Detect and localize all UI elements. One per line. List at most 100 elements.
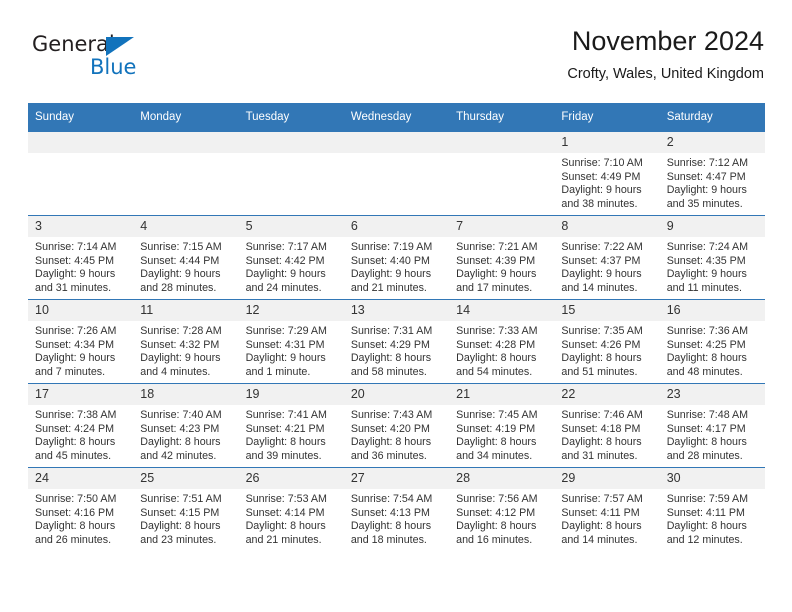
calendar-day-cell-empty [238, 131, 344, 216]
daylight-text: Daylight: 8 hours and 48 minutes. [666, 352, 747, 378]
calendar-day-cell[interactable]: 11 Sunrise: 7:28 AM Sunset: 4:32 PM Dayligh… [133, 299, 239, 384]
day-number [28, 132, 134, 153]
daylight-text: Daylight: 9 hours and 31 minutes. [35, 268, 116, 294]
calendar-day-cell[interactable]: 14 Sunrise: 7:33 AM Sunset: 4:28 PM Dayligh… [449, 299, 555, 384]
day-number: 14 [449, 300, 555, 321]
calendar-day-cell-empty [449, 131, 555, 216]
sunset-text: Sunset: 4:49 PM [561, 170, 641, 183]
calendar-day-cell[interactable]: 2 Sunrise: 7:12 AM Sunset: 4:47 PM Daylight… [659, 131, 765, 216]
calendar-day-cell[interactable]: 22 Sunrise: 7:46 AM Sunset: 4:18 PM Dayligh… [554, 383, 660, 468]
daylight-text: Daylight: 8 hours and 23 minutes. [140, 520, 221, 546]
day-details: Sunrise: 7:14 AM Sunset: 4:45 PM Daylight:… [28, 237, 133, 295]
calendar-body: 1 Sunrise: 7:10 AM Sunset: 4:49 PM Daylight… [28, 131, 765, 551]
calendar-day-cell[interactable]: 27 Sunrise: 7:54 AM Sunset: 4:13 PM Dayligh… [343, 467, 450, 551]
triangle-icon [106, 37, 134, 56]
calendar-week-row: 10 Sunrise: 7:26 AM Sunset: 4:34 PM Dayligh… [28, 299, 765, 384]
calendar-day-cell[interactable]: 10 Sunrise: 7:26 AM Sunset: 4:34 PM Dayligh… [28, 299, 134, 384]
daylight-text: Daylight: 8 hours and 28 minutes. [666, 436, 747, 462]
calendar-day-cell[interactable]: 25 Sunrise: 7:51 AM Sunset: 4:15 PM Dayligh… [133, 467, 239, 551]
day-details: Sunrise: 7:40 AM Sunset: 4:23 PM Daylight:… [133, 405, 238, 463]
day-number [133, 132, 239, 153]
calendar-day-cell[interactable]: 4 Sunrise: 7:15 AM Sunset: 4:44 PM Daylight… [133, 215, 239, 300]
day-details: Sunrise: 7:50 AM Sunset: 4:16 PM Daylight:… [28, 489, 133, 547]
sunset-text: Sunset: 4:31 PM [245, 338, 325, 351]
weekday-header-thursday: Thursday [449, 103, 555, 132]
sunrise-text: Sunrise: 7:48 AM [666, 409, 749, 421]
calendar-day-cell[interactable]: 8 Sunrise: 7:22 AM Sunset: 4:37 PM Daylight… [554, 215, 660, 300]
weekday-header-monday: Monday [133, 103, 239, 132]
calendar-day-cell[interactable]: 3 Sunrise: 7:14 AM Sunset: 4:45 PM Daylight… [28, 215, 134, 300]
calendar-day-cell[interactable]: 16 Sunrise: 7:36 AM Sunset: 4:25 PM Dayligh… [659, 299, 765, 384]
daylight-text: Daylight: 8 hours and 58 minutes. [350, 352, 432, 378]
daylight-text: Daylight: 9 hours and 7 minutes. [35, 352, 116, 378]
logo-text-blue: Blue [90, 55, 137, 79]
calendar-day-cell[interactable]: 18 Sunrise: 7:40 AM Sunset: 4:23 PM Dayligh… [133, 383, 239, 468]
calendar-day-cell-empty [343, 131, 450, 216]
day-number: 15 [554, 300, 660, 321]
sunset-text: Sunset: 4:26 PM [561, 338, 641, 351]
calendar-day-cell[interactable]: 26 Sunrise: 7:53 AM Sunset: 4:14 PM Dayligh… [238, 467, 344, 551]
sunset-text: Sunset: 4:44 PM [140, 254, 220, 267]
calendar-day-cell[interactable]: 6 Sunrise: 7:19 AM Sunset: 4:40 PM Daylight… [343, 215, 450, 300]
calendar-day-cell[interactable]: 20 Sunrise: 7:43 AM Sunset: 4:20 PM Dayligh… [343, 383, 450, 468]
calendar-day-cell[interactable]: 17 Sunrise: 7:38 AM Sunset: 4:24 PM Dayligh… [28, 383, 134, 468]
day-details: Sunrise: 7:28 AM Sunset: 4:32 PM Daylight:… [133, 321, 238, 379]
calendar-day-cell[interactable]: 21 Sunrise: 7:45 AM Sunset: 4:19 PM Dayligh… [449, 383, 555, 468]
sunrise-text: Sunrise: 7:22 AM [561, 241, 643, 253]
calendar-day-cell[interactable]: 19 Sunrise: 7:41 AM Sunset: 4:21 PM Dayligh… [238, 383, 344, 468]
calendar-table: Sunday Monday Tuesday Wednesday Thursday… [28, 103, 765, 551]
logo-text-general: General [32, 32, 115, 56]
sunrise-text: Sunrise: 7:33 AM [456, 325, 538, 337]
sunset-text: Sunset: 4:24 PM [35, 422, 115, 435]
sunset-text: Sunset: 4:16 PM [35, 506, 115, 519]
sunrise-text: Sunrise: 7:51 AM [140, 493, 222, 505]
day-number [343, 132, 450, 153]
sunrise-text: Sunrise: 7:19 AM [350, 241, 433, 253]
weekday-header-friday: Friday [554, 103, 660, 132]
sunset-text: Sunset: 4:14 PM [245, 506, 325, 519]
sunrise-text: Sunrise: 7:14 AM [35, 241, 117, 253]
sunrise-text: Sunrise: 7:59 AM [666, 493, 749, 505]
sunrise-text: Sunrise: 7:28 AM [140, 325, 222, 337]
sunset-text: Sunset: 4:37 PM [561, 254, 641, 267]
day-details: Sunrise: 7:35 AM Sunset: 4:26 PM Daylight:… [554, 321, 659, 379]
sunset-text: Sunset: 4:13 PM [350, 506, 430, 519]
calendar-day-cell[interactable]: 9 Sunrise: 7:24 AM Sunset: 4:35 PM Daylight… [659, 215, 765, 300]
sunrise-text: Sunrise: 7:29 AM [245, 325, 327, 337]
sunset-text: Sunset: 4:42 PM [245, 254, 325, 267]
day-number: 2 [659, 132, 765, 153]
sunrise-text: Sunrise: 7:31 AM [350, 325, 433, 337]
daylight-text: Daylight: 8 hours and 16 minutes. [456, 520, 537, 546]
daylight-text: Daylight: 9 hours and 14 minutes. [561, 268, 642, 294]
calendar-week-row: 24 Sunrise: 7:50 AM Sunset: 4:16 PM Dayligh… [28, 467, 765, 551]
day-number: 25 [133, 468, 239, 489]
day-number: 6 [343, 216, 450, 237]
sunrise-text: Sunrise: 7:38 AM [35, 409, 117, 421]
day-number: 24 [28, 468, 134, 489]
daylight-text: Daylight: 8 hours and 39 minutes. [245, 436, 326, 462]
calendar-day-cell[interactable]: 23 Sunrise: 7:48 AM Sunset: 4:17 PM Dayligh… [659, 383, 765, 468]
calendar-day-cell[interactable]: 1 Sunrise: 7:10 AM Sunset: 4:49 PM Daylight… [554, 131, 660, 216]
weekday-header-tuesday: Tuesday [238, 103, 344, 132]
calendar-day-cell[interactable]: 28 Sunrise: 7:56 AM Sunset: 4:12 PM Dayligh… [449, 467, 555, 551]
calendar-day-cell[interactable]: 12 Sunrise: 7:29 AM Sunset: 4:31 PM Dayligh… [238, 299, 344, 384]
calendar-day-cell[interactable]: 30 Sunrise: 7:59 AM Sunset: 4:11 PM Dayligh… [659, 467, 765, 551]
day-number: 11 [133, 300, 239, 321]
day-details: Sunrise: 7:15 AM Sunset: 4:44 PM Daylight:… [133, 237, 238, 295]
calendar-day-cell[interactable]: 24 Sunrise: 7:50 AM Sunset: 4:16 PM Dayligh… [28, 467, 134, 551]
calendar-day-cell[interactable]: 29 Sunrise: 7:57 AM Sunset: 4:11 PM Dayligh… [554, 467, 660, 551]
day-details: Sunrise: 7:57 AM Sunset: 4:11 PM Daylight:… [554, 489, 659, 547]
general-blue-logo[interactable]: General Blue [32, 34, 162, 86]
sunset-text: Sunset: 4:39 PM [456, 254, 536, 267]
day-number: 13 [343, 300, 450, 321]
calendar-day-cell[interactable]: 7 Sunrise: 7:21 AM Sunset: 4:39 PM Daylight… [449, 215, 555, 300]
calendar-day-cell[interactable]: 15 Sunrise: 7:35 AM Sunset: 4:26 PM Dayligh… [554, 299, 660, 384]
calendar-day-cell[interactable]: 13 Sunrise: 7:31 AM Sunset: 4:29 PM Dayligh… [343, 299, 450, 384]
daylight-text: Daylight: 8 hours and 12 minutes. [666, 520, 747, 546]
calendar-day-cell[interactable]: 5 Sunrise: 7:17 AM Sunset: 4:42 PM Daylight… [238, 215, 344, 300]
calendar-header-row: Sunday Monday Tuesday Wednesday Thursday… [28, 103, 765, 132]
daylight-text: Daylight: 8 hours and 18 minutes. [350, 520, 432, 546]
sunset-text: Sunset: 4:45 PM [35, 254, 115, 267]
day-details: Sunrise: 7:17 AM Sunset: 4:42 PM Daylight:… [239, 237, 344, 295]
sunrise-text: Sunrise: 7:35 AM [561, 325, 643, 337]
